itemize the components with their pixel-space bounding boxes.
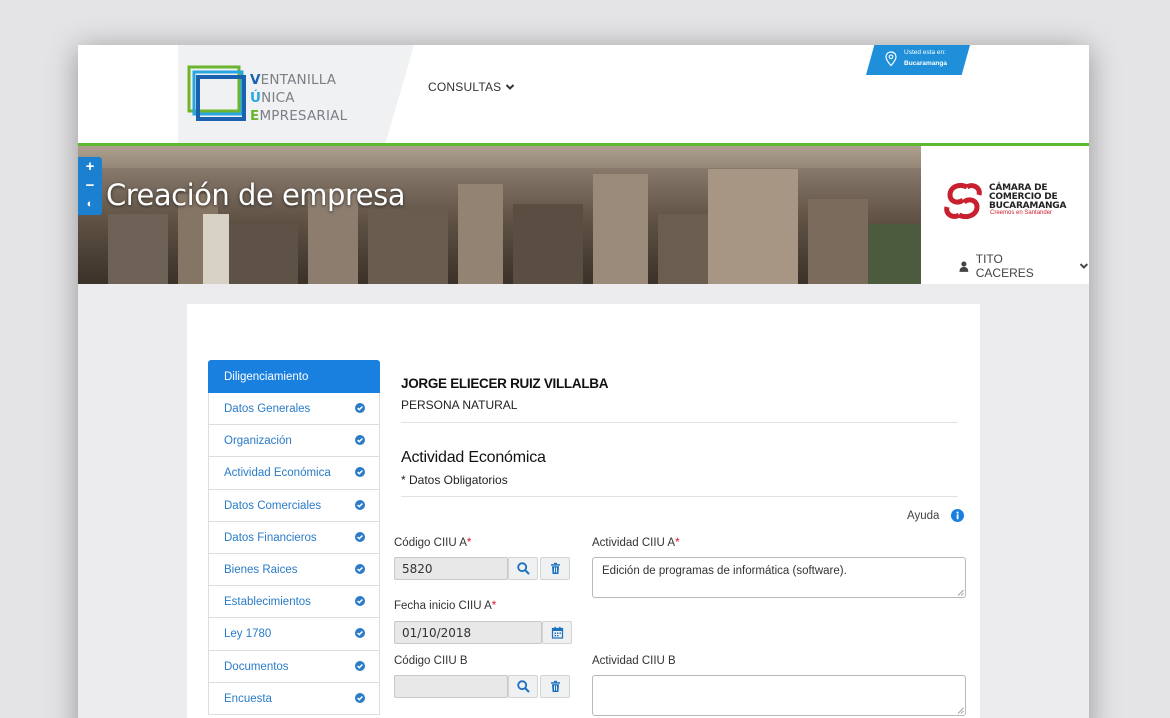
user-name: TITO CACERES: [975, 252, 1034, 280]
activity-b-label: Actividad CIIU B: [592, 655, 676, 667]
user-menu[interactable]: TITO CACERES: [959, 252, 1089, 280]
site-header: VENTANILLA ÚNICA EMPRESARIAL CONSULTAS U…: [78, 45, 1089, 143]
sidebar-item-datos-financieros[interactable]: Datos Financieros: [208, 521, 380, 554]
hero-tower: [203, 214, 229, 284]
search-icon: [517, 680, 530, 693]
ciiu-a-search-button[interactable]: [508, 557, 538, 580]
person-type: PERSONA NATURAL: [401, 398, 518, 412]
sidebar-item-label: Datos Generales: [224, 403, 311, 415]
ciiu-a-clear-button[interactable]: [540, 557, 570, 580]
contrast-toggle-button[interactable]: ◐: [78, 195, 102, 214]
hero-building: [593, 174, 648, 284]
chamber-slogan: Creemos en Santander: [990, 210, 1053, 216]
activity-a-textarea[interactable]: Edición de programas de informática (sof…: [592, 557, 966, 598]
sidebar-item-label: Datos Financieros: [224, 531, 317, 544]
sidebar-item-establecimientos[interactable]: Establecimientos: [208, 586, 380, 619]
location-label: Usted esta en:: [904, 49, 946, 56]
date-a-label: Fecha inicio CIIU A*: [394, 600, 497, 612]
map-pin-icon: [885, 51, 897, 67]
resize-grip-icon[interactable]: [957, 589, 964, 596]
chamber-logo-icon[interactable]: [941, 179, 985, 223]
sidebar-item-label: Ley 1780: [224, 628, 272, 641]
location-badge[interactable]: Usted esta en: Bucaramanga: [866, 45, 970, 75]
help-label: Ayuda: [907, 509, 940, 522]
divider: [401, 422, 958, 423]
check-circle-icon: [355, 435, 365, 446]
sidebar-header[interactable]: Diligenciamiento: [208, 360, 380, 393]
chevron-down-icon: [506, 84, 515, 90]
trash-icon: [551, 680, 560, 692]
nav-consultas-label: CONSULTAS: [428, 80, 502, 94]
check-circle-icon: [355, 692, 365, 703]
logo-text: VENTANILLA ÚNICA EMPRESARIAL: [250, 72, 348, 124]
ciiu-a-input[interactable]: 5820: [394, 557, 508, 580]
check-circle-icon: [355, 563, 365, 574]
check-circle-icon: [355, 660, 365, 671]
ciiu-b-clear-button[interactable]: [540, 675, 570, 698]
sidebar-item-label: Establecimientos: [224, 596, 311, 609]
search-icon: [517, 562, 530, 575]
sidebar-item-documentos[interactable]: Documentos: [208, 650, 380, 683]
date-a-input[interactable]: 01/10/2018: [394, 621, 542, 644]
vue-logo-icon[interactable]: [186, 63, 248, 125]
chevron-down-icon: [1079, 263, 1089, 269]
ciiu-b-label: Código CIIU B: [394, 655, 468, 667]
sidebar-item-bienes-raices[interactable]: Bienes Raices: [208, 553, 380, 587]
sidebar-item-encuesta[interactable]: Encuesta: [208, 682, 380, 715]
user-icon: [959, 261, 969, 272]
ciiu-b-search-button[interactable]: [508, 675, 538, 698]
hero-building: [513, 204, 583, 284]
chamber-name: CÁMARA DE COMERCIO DE BUCARAMANGA: [989, 183, 1067, 211]
sidebar-item-label: Bienes Raices: [224, 563, 298, 576]
nav-consultas[interactable]: CONSULTAS: [428, 80, 515, 94]
activity-a-label: Actividad CIIU A*: [592, 537, 680, 549]
zoom-out-button[interactable]: −: [78, 176, 102, 195]
divider: [401, 496, 958, 497]
hero-sky: [78, 146, 921, 168]
hero-building: [228, 224, 298, 284]
sidebar-item-label: Encuesta: [224, 692, 272, 705]
sidebar-item-datos-generales[interactable]: Datos Generales: [208, 393, 380, 426]
date-a-calendar-button[interactable]: [542, 621, 572, 644]
hero-building: [868, 224, 921, 284]
sidebar-item-label: Actividad Económica: [224, 467, 331, 480]
activity-b-textarea[interactable]: [592, 675, 966, 716]
sidebar-item-ley-1780[interactable]: Ley 1780: [208, 618, 380, 651]
hero-building: [368, 209, 448, 284]
required-note: * Datos Obligatorios: [401, 473, 508, 487]
check-circle-icon: [355, 531, 365, 542]
hero-building: [808, 199, 868, 284]
sidebar-item-datos-comerciales[interactable]: Datos Comerciales: [208, 489, 380, 522]
sidebar-item-actividad-economica[interactable]: Actividad Económica: [208, 457, 380, 490]
check-circle-icon: [355, 467, 365, 478]
section-title: Actividad Económica: [401, 449, 546, 466]
resize-grip-icon[interactable]: [957, 707, 964, 714]
trash-icon: [551, 562, 560, 574]
check-circle-icon: [355, 628, 365, 639]
help-link[interactable]: Ayuda: [907, 509, 965, 522]
ciiu-a-label: Código CIIU A*: [394, 537, 472, 549]
check-circle-icon: [355, 596, 365, 607]
chamber-panel: CÁMARA DE COMERCIO DE BUCARAMANGA Creemo…: [921, 146, 1089, 284]
sidebar-item-label: Organización: [224, 435, 292, 448]
hero-building: [108, 214, 168, 284]
calendar-icon: [551, 626, 564, 639]
ciiu-b-input[interactable]: [394, 675, 508, 698]
location-city: Bucaramanga: [904, 60, 947, 67]
sidebar-item-label: Documentos: [224, 660, 289, 673]
check-circle-icon: [355, 403, 365, 413]
hero-building: [708, 169, 798, 284]
hero-building: [458, 184, 503, 284]
person-name: JORGE ELIECER RUIZ VILLALBA: [401, 376, 609, 391]
page-title: Creación de empresa: [106, 178, 405, 212]
accessibility-controls: + − ◐: [78, 157, 102, 215]
sidebar: Diligenciamiento Datos Generales Organiz…: [208, 360, 380, 715]
info-icon: [951, 509, 965, 522]
check-circle-icon: [355, 499, 365, 510]
zoom-in-button[interactable]: +: [78, 157, 102, 176]
sidebar-item-label: Datos Comerciales: [224, 499, 322, 512]
sidebar-item-organizacion[interactable]: Organización: [208, 425, 380, 458]
hero-banner: Creación de empresa: [78, 146, 921, 284]
